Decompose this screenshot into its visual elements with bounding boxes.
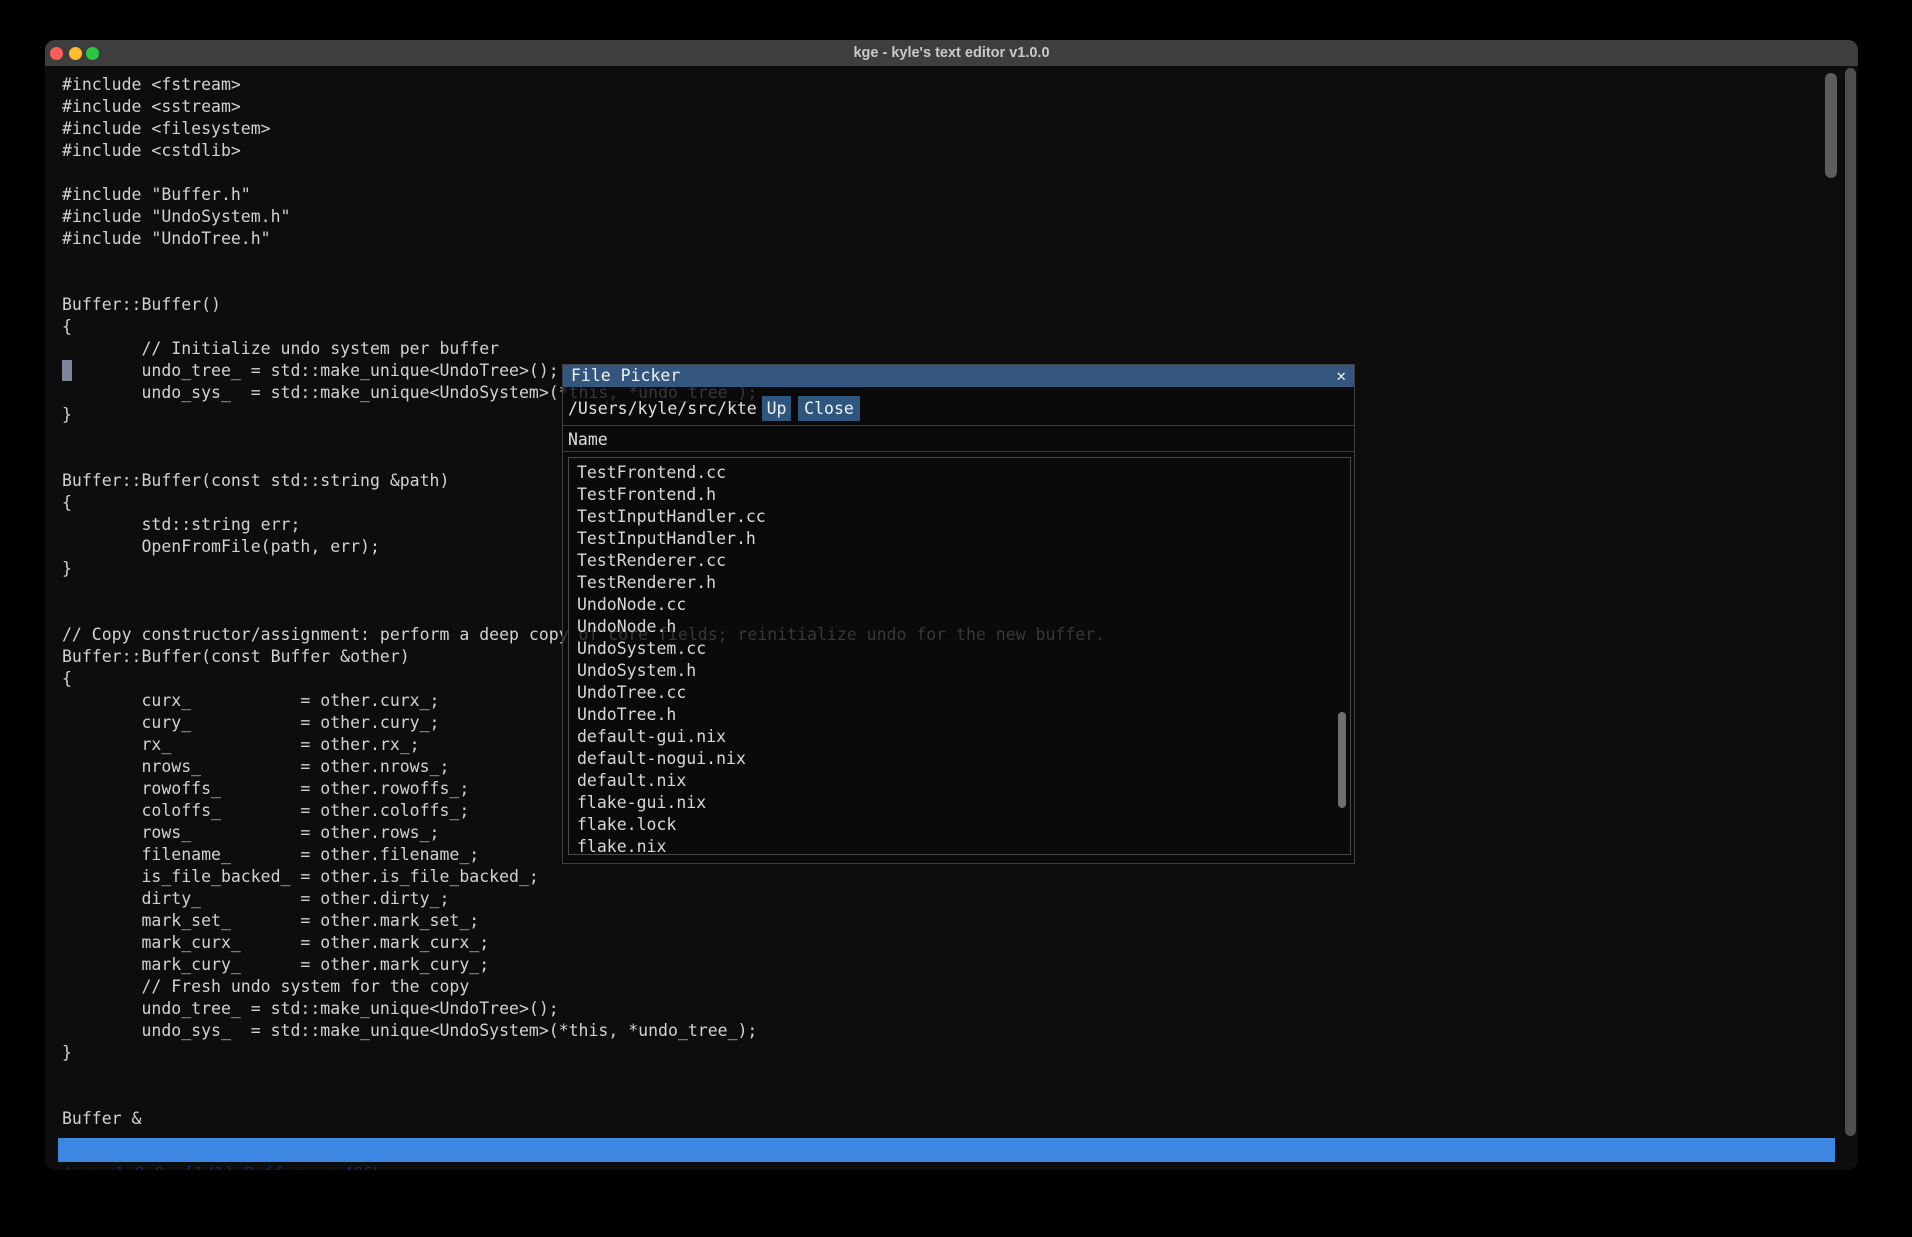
- name-column-header: Name: [568, 429, 608, 451]
- file-list-item[interactable]: default.nix: [569, 770, 1350, 792]
- dialog-close-icon[interactable]: ✕: [1336, 365, 1346, 387]
- file-list-item[interactable]: UndoTree.h: [569, 704, 1350, 726]
- file-picker-titlebar[interactable]: File Picker ✕: [563, 365, 1354, 387]
- close-dialog-button[interactable]: Close: [798, 396, 860, 421]
- file-list-item[interactable]: TestInputHandler.cc: [569, 506, 1350, 528]
- divider: [563, 451, 1354, 452]
- file-list: TestFrontend.ccTestFrontend.hTestInputHa…: [568, 457, 1351, 855]
- up-directory-button[interactable]: Up: [762, 396, 791, 421]
- file-list-item[interactable]: UndoNode.cc: [569, 594, 1350, 616]
- file-list-scrollbar-thumb[interactable]: [1338, 712, 1346, 808]
- file-list-item[interactable]: UndoSystem.cc: [569, 638, 1350, 660]
- file-list-item[interactable]: UndoTree.cc: [569, 682, 1350, 704]
- file-list-item[interactable]: default-nogui.nix: [569, 748, 1350, 770]
- file-list-item[interactable]: flake.lock: [569, 814, 1350, 836]
- divider: [563, 425, 1354, 426]
- file-list-item[interactable]: UndoSystem.h: [569, 660, 1350, 682]
- file-list-item[interactable]: UndoNode.h: [569, 616, 1350, 638]
- file-list-item[interactable]: TestInputHandler.h: [569, 528, 1350, 550]
- window-title: kge - kyle's text editor v1.0.0: [45, 40, 1858, 66]
- file-list-item[interactable]: TestFrontend.h: [569, 484, 1350, 506]
- app-window: kge - kyle's text editor v1.0.0 #include…: [45, 40, 1858, 1170]
- status-version-file: kge v1.0.0 [1/1] Buffer.cc 486L: [65, 1162, 383, 1170]
- window-titlebar[interactable]: kge - kyle's text editor v1.0.0: [45, 40, 1858, 66]
- status-bar: kge v1.0.0 [1/1] Buffer.cc 486L Open Fil…: [58, 1138, 1835, 1162]
- file-list-item[interactable]: TestRenderer.cc: [569, 550, 1350, 572]
- file-picker-title: File Picker: [571, 365, 680, 387]
- file-list-item[interactable]: TestRenderer.h: [569, 572, 1350, 594]
- file-list-item[interactable]: flake.nix: [569, 836, 1350, 858]
- scrollbar-track[interactable]: [1845, 68, 1856, 1136]
- file-list-item[interactable]: flake-gui.nix: [569, 792, 1350, 814]
- file-list-item[interactable]: TestFrontend.cc: [569, 462, 1350, 484]
- file-picker-dialog: #include <fstream> #include <sstream> #i…: [562, 364, 1355, 864]
- editor-scrollbar-thumb[interactable]: [1825, 73, 1837, 178]
- file-list-item[interactable]: default-gui.nix: [569, 726, 1350, 748]
- desktop: { "window": { "title": "kge - kyle's tex…: [0, 0, 1912, 1237]
- text-cursor: [62, 360, 72, 381]
- current-path-label: /Users/kyle/src/kte: [568, 398, 757, 420]
